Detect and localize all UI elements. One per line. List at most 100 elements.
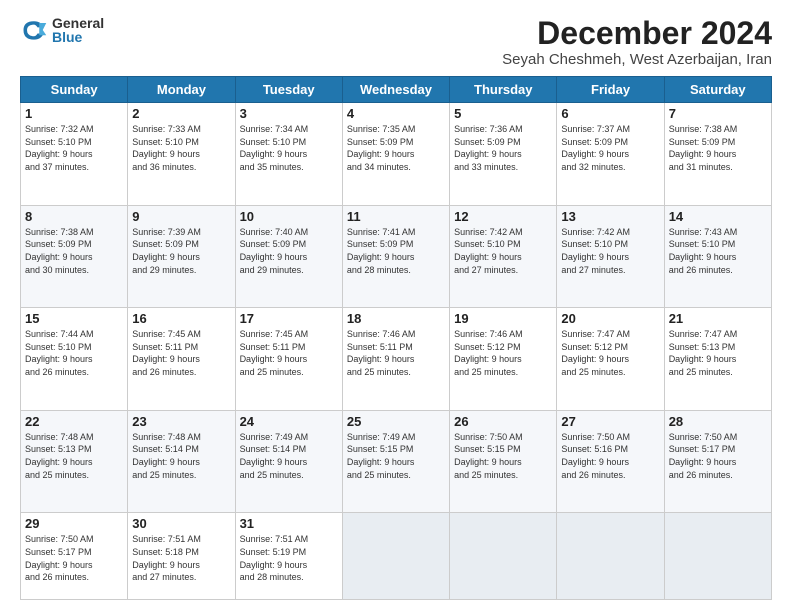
day-number: 1 <box>25 106 123 121</box>
day-info: Sunrise: 7:51 AM Sunset: 5:18 PM Dayligh… <box>132 533 230 583</box>
day-info: Sunrise: 7:49 AM Sunset: 5:15 PM Dayligh… <box>347 431 445 481</box>
day-info: Sunrise: 7:50 AM Sunset: 5:15 PM Dayligh… <box>454 431 552 481</box>
logo: General Blue <box>20 16 104 44</box>
day-number: 22 <box>25 414 123 429</box>
day-number: 4 <box>347 106 445 121</box>
calendar-week-row: 29 Sunrise: 7:50 AM Sunset: 5:17 PM Dayli… <box>21 513 772 600</box>
day-number: 2 <box>132 106 230 121</box>
day-info: Sunrise: 7:46 AM Sunset: 5:12 PM Dayligh… <box>454 328 552 378</box>
day-info: Sunrise: 7:47 AM Sunset: 5:13 PM Dayligh… <box>669 328 767 378</box>
day-number: 8 <box>25 209 123 224</box>
day-info: Sunrise: 7:50 AM Sunset: 5:17 PM Dayligh… <box>669 431 767 481</box>
day-info: Sunrise: 7:41 AM Sunset: 5:09 PM Dayligh… <box>347 226 445 276</box>
day-header-wednesday: Wednesday <box>342 77 449 103</box>
location: Seyah Cheshmeh, West Azerbaijan, Iran <box>502 51 772 68</box>
day-info: Sunrise: 7:50 AM Sunset: 5:16 PM Dayligh… <box>561 431 659 481</box>
calendar-cell: 26 Sunrise: 7:50 AM Sunset: 5:15 PM Dayli… <box>450 410 557 513</box>
day-number: 21 <box>669 311 767 326</box>
day-number: 31 <box>240 516 338 531</box>
calendar-week-row: 1Sunrise: 7:32 AM Sunset: 5:10 PM Daylig… <box>21 103 772 206</box>
calendar-cell: 7 Sunrise: 7:38 AM Sunset: 5:09 PM Daylig… <box>664 103 771 206</box>
day-info: Sunrise: 7:40 AM Sunset: 5:09 PM Dayligh… <box>240 226 338 276</box>
calendar-cell: 27 Sunrise: 7:50 AM Sunset: 5:16 PM Dayli… <box>557 410 664 513</box>
calendar-cell: 6 Sunrise: 7:37 AM Sunset: 5:09 PM Daylig… <box>557 103 664 206</box>
page: General Blue December 2024 Seyah Cheshme… <box>0 0 792 612</box>
calendar-cell: 16Sunrise: 7:45 AM Sunset: 5:11 PM Dayli… <box>128 308 235 411</box>
calendar-table: SundayMondayTuesdayWednesdayThursdayFrid… <box>20 76 772 600</box>
day-number: 14 <box>669 209 767 224</box>
day-number: 3 <box>240 106 338 121</box>
calendar-cell: 14 Sunrise: 7:43 AM Sunset: 5:10 PM Dayli… <box>664 205 771 308</box>
calendar-cell: 3 Sunrise: 7:34 AM Sunset: 5:10 PM Daylig… <box>235 103 342 206</box>
day-number: 16 <box>132 311 230 326</box>
day-info: Sunrise: 7:45 AM Sunset: 5:11 PM Dayligh… <box>240 328 338 378</box>
header: General Blue December 2024 Seyah Cheshme… <box>20 16 772 68</box>
logo-text: General Blue <box>52 16 104 44</box>
calendar-cell: 2 Sunrise: 7:33 AM Sunset: 5:10 PM Daylig… <box>128 103 235 206</box>
day-number: 27 <box>561 414 659 429</box>
day-info: Sunrise: 7:38 AM Sunset: 5:09 PM Dayligh… <box>25 226 123 276</box>
calendar-cell: 28 Sunrise: 7:50 AM Sunset: 5:17 PM Dayli… <box>664 410 771 513</box>
day-number: 6 <box>561 106 659 121</box>
day-header-sunday: Sunday <box>21 77 128 103</box>
day-info: Sunrise: 7:37 AM Sunset: 5:09 PM Dayligh… <box>561 123 659 173</box>
calendar-cell: 4Sunrise: 7:35 AM Sunset: 5:09 PM Daylig… <box>342 103 449 206</box>
calendar-week-row: 22Sunrise: 7:48 AM Sunset: 5:13 PM Dayli… <box>21 410 772 513</box>
day-info: Sunrise: 7:46 AM Sunset: 5:11 PM Dayligh… <box>347 328 445 378</box>
day-header-thursday: Thursday <box>450 77 557 103</box>
day-number: 10 <box>240 209 338 224</box>
day-number: 25 <box>347 414 445 429</box>
calendar-cell: 22Sunrise: 7:48 AM Sunset: 5:13 PM Dayli… <box>21 410 128 513</box>
calendar-cell: 5 Sunrise: 7:36 AM Sunset: 5:09 PM Daylig… <box>450 103 557 206</box>
calendar-cell: 11Sunrise: 7:41 AM Sunset: 5:09 PM Dayli… <box>342 205 449 308</box>
day-info: Sunrise: 7:36 AM Sunset: 5:09 PM Dayligh… <box>454 123 552 173</box>
day-header-friday: Friday <box>557 77 664 103</box>
day-number: 5 <box>454 106 552 121</box>
day-header-monday: Monday <box>128 77 235 103</box>
day-info: Sunrise: 7:38 AM Sunset: 5:09 PM Dayligh… <box>669 123 767 173</box>
logo-blue-text: Blue <box>52 30 104 44</box>
day-number: 23 <box>132 414 230 429</box>
day-number: 24 <box>240 414 338 429</box>
calendar-cell: 31Sunrise: 7:51 AM Sunset: 5:19 PM Dayli… <box>235 513 342 600</box>
calendar-cell <box>342 513 449 600</box>
calendar-week-row: 8 Sunrise: 7:38 AM Sunset: 5:09 PM Daylig… <box>21 205 772 308</box>
day-info: Sunrise: 7:34 AM Sunset: 5:10 PM Dayligh… <box>240 123 338 173</box>
day-info: Sunrise: 7:42 AM Sunset: 5:10 PM Dayligh… <box>454 226 552 276</box>
calendar-cell: 25 Sunrise: 7:49 AM Sunset: 5:15 PM Dayli… <box>342 410 449 513</box>
day-info: Sunrise: 7:50 AM Sunset: 5:17 PM Dayligh… <box>25 533 123 583</box>
day-number: 26 <box>454 414 552 429</box>
calendar-header-row: SundayMondayTuesdayWednesdayThursdayFrid… <box>21 77 772 103</box>
calendar-cell: 19Sunrise: 7:46 AM Sunset: 5:12 PM Dayli… <box>450 308 557 411</box>
title-block: December 2024 Seyah Cheshmeh, West Azerb… <box>502 16 772 68</box>
calendar-cell: 17 Sunrise: 7:45 AM Sunset: 5:11 PM Dayli… <box>235 308 342 411</box>
day-number: 30 <box>132 516 230 531</box>
day-info: Sunrise: 7:43 AM Sunset: 5:10 PM Dayligh… <box>669 226 767 276</box>
calendar-cell: 1Sunrise: 7:32 AM Sunset: 5:10 PM Daylig… <box>21 103 128 206</box>
calendar-cell: 20Sunrise: 7:47 AM Sunset: 5:12 PM Dayli… <box>557 308 664 411</box>
day-info: Sunrise: 7:33 AM Sunset: 5:10 PM Dayligh… <box>132 123 230 173</box>
day-number: 28 <box>669 414 767 429</box>
day-number: 12 <box>454 209 552 224</box>
day-header-tuesday: Tuesday <box>235 77 342 103</box>
day-info: Sunrise: 7:48 AM Sunset: 5:14 PM Dayligh… <box>132 431 230 481</box>
day-number: 13 <box>561 209 659 224</box>
calendar-cell: 10 Sunrise: 7:40 AM Sunset: 5:09 PM Dayli… <box>235 205 342 308</box>
day-header-saturday: Saturday <box>664 77 771 103</box>
day-number: 9 <box>132 209 230 224</box>
day-number: 29 <box>25 516 123 531</box>
day-number: 15 <box>25 311 123 326</box>
calendar-cell: 8 Sunrise: 7:38 AM Sunset: 5:09 PM Daylig… <box>21 205 128 308</box>
day-number: 17 <box>240 311 338 326</box>
calendar-cell <box>557 513 664 600</box>
calendar-cell: 30 Sunrise: 7:51 AM Sunset: 5:18 PM Dayli… <box>128 513 235 600</box>
day-info: Sunrise: 7:42 AM Sunset: 5:10 PM Dayligh… <box>561 226 659 276</box>
calendar-cell: 13 Sunrise: 7:42 AM Sunset: 5:10 PM Dayli… <box>557 205 664 308</box>
calendar-week-row: 15Sunrise: 7:44 AM Sunset: 5:10 PM Dayli… <box>21 308 772 411</box>
calendar-cell: 15Sunrise: 7:44 AM Sunset: 5:10 PM Dayli… <box>21 308 128 411</box>
calendar-cell: 21 Sunrise: 7:47 AM Sunset: 5:13 PM Dayli… <box>664 308 771 411</box>
calendar-cell: 24Sunrise: 7:49 AM Sunset: 5:14 PM Dayli… <box>235 410 342 513</box>
month-title: December 2024 <box>502 16 772 51</box>
calendar-cell <box>450 513 557 600</box>
day-number: 7 <box>669 106 767 121</box>
